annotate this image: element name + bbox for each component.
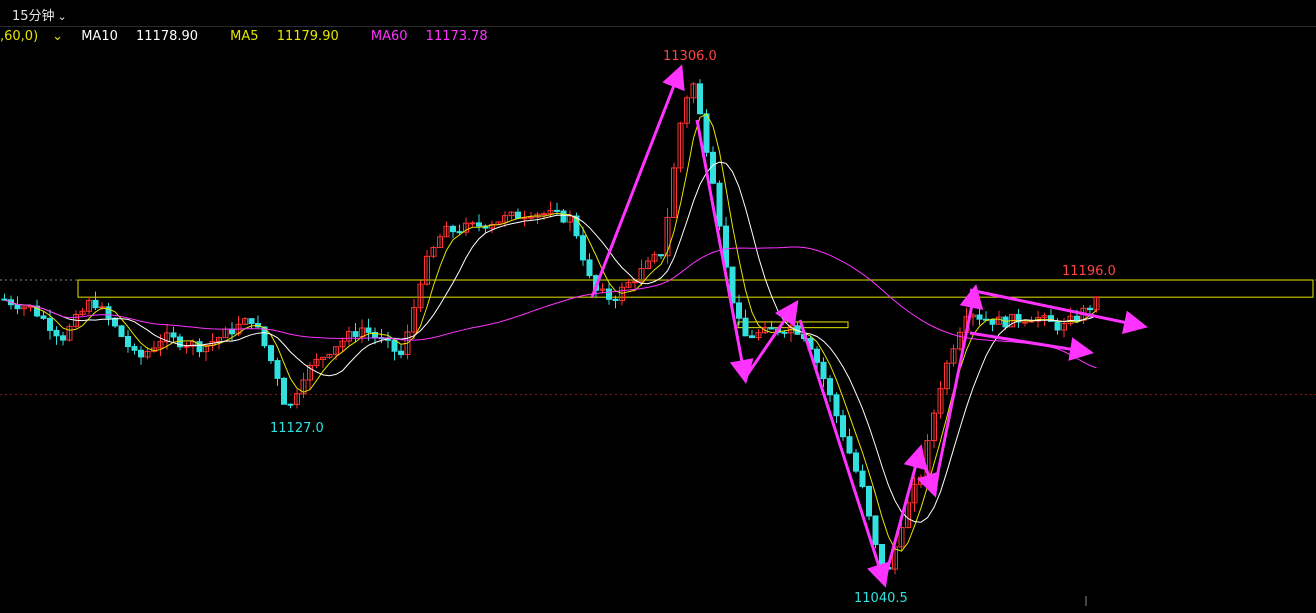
candle-body xyxy=(47,317,53,331)
candle-body xyxy=(989,319,996,325)
candle-body xyxy=(1022,321,1028,324)
candle-body xyxy=(365,327,372,333)
candle-body xyxy=(781,331,788,334)
candle-body xyxy=(632,281,638,284)
candle-body xyxy=(768,327,775,330)
candle-body xyxy=(560,210,567,223)
candle-body xyxy=(820,361,827,380)
candle-body xyxy=(53,329,60,337)
period-selector[interactable]: 15分钟 ⌄ xyxy=(12,5,67,24)
candle-body xyxy=(450,225,456,233)
candle-body xyxy=(703,113,710,153)
candle-body xyxy=(853,452,859,472)
candle-body xyxy=(125,335,131,348)
candle-body xyxy=(606,288,612,300)
candle-body xyxy=(586,259,593,277)
price-label: 11040.5 xyxy=(854,591,908,606)
candle-body xyxy=(183,345,190,348)
candle-body xyxy=(131,346,138,351)
candle-body xyxy=(749,335,755,339)
candle-body xyxy=(528,216,534,219)
chart-toolbar: 15分钟 ⌄ xyxy=(0,0,1316,27)
candle-body xyxy=(281,377,287,405)
trend-arrow xyxy=(743,300,799,379)
trend-arrow xyxy=(798,319,890,588)
candle-body xyxy=(554,209,560,212)
candle-body xyxy=(866,485,872,517)
candlestick-chart[interactable]: 11306.0 11127.0 11040.5 11196.0 xyxy=(0,40,1316,613)
candle-body xyxy=(92,299,99,309)
candle-body xyxy=(1054,320,1061,331)
candle-body xyxy=(138,349,144,358)
candle-body xyxy=(1087,307,1093,311)
chevron-down-icon: ⌄ xyxy=(57,10,67,23)
price-label: 11306.0 xyxy=(663,49,717,64)
candle-body xyxy=(879,544,885,568)
trend-arrow xyxy=(590,64,685,298)
candle-body xyxy=(833,394,840,417)
candle-body xyxy=(827,378,833,396)
candle-body xyxy=(814,348,820,363)
candle-body xyxy=(742,317,749,337)
candle-body xyxy=(515,211,521,219)
candle-body xyxy=(872,515,879,546)
candle-body xyxy=(736,302,742,319)
candle-body xyxy=(274,360,281,379)
candle-body xyxy=(469,222,476,225)
candle-body xyxy=(391,339,398,352)
candle-body xyxy=(14,304,21,310)
candle-body xyxy=(976,314,983,320)
candle-body xyxy=(60,335,66,341)
candle-body xyxy=(846,436,853,454)
candle-body xyxy=(352,331,359,337)
candle-body xyxy=(658,254,664,257)
candle-body xyxy=(1074,315,1080,321)
candle-body xyxy=(248,318,255,324)
candle-body xyxy=(476,222,482,227)
candle-body xyxy=(456,231,463,234)
trend-arrow xyxy=(969,331,1094,361)
candle-body xyxy=(840,415,846,438)
candle-body xyxy=(287,403,294,406)
price-label: 11196.0 xyxy=(1062,264,1116,279)
candle-body xyxy=(541,213,547,216)
candle-body xyxy=(112,317,118,327)
candle-body xyxy=(40,315,47,319)
candle-body xyxy=(118,325,125,337)
candle-body xyxy=(398,350,404,356)
price-label: 11127.0 xyxy=(270,421,324,436)
resistance-zone xyxy=(77,279,1314,298)
candle-body xyxy=(697,83,703,115)
candle-body xyxy=(268,345,274,362)
candle-body xyxy=(716,182,723,227)
candle-body xyxy=(612,298,619,302)
period-label: 15分钟 xyxy=(12,9,55,24)
ma60-line xyxy=(4,246,1097,369)
candle-body xyxy=(170,332,177,338)
trend-arrow xyxy=(882,444,927,583)
candle-body xyxy=(580,235,586,261)
candle-body xyxy=(859,470,866,487)
